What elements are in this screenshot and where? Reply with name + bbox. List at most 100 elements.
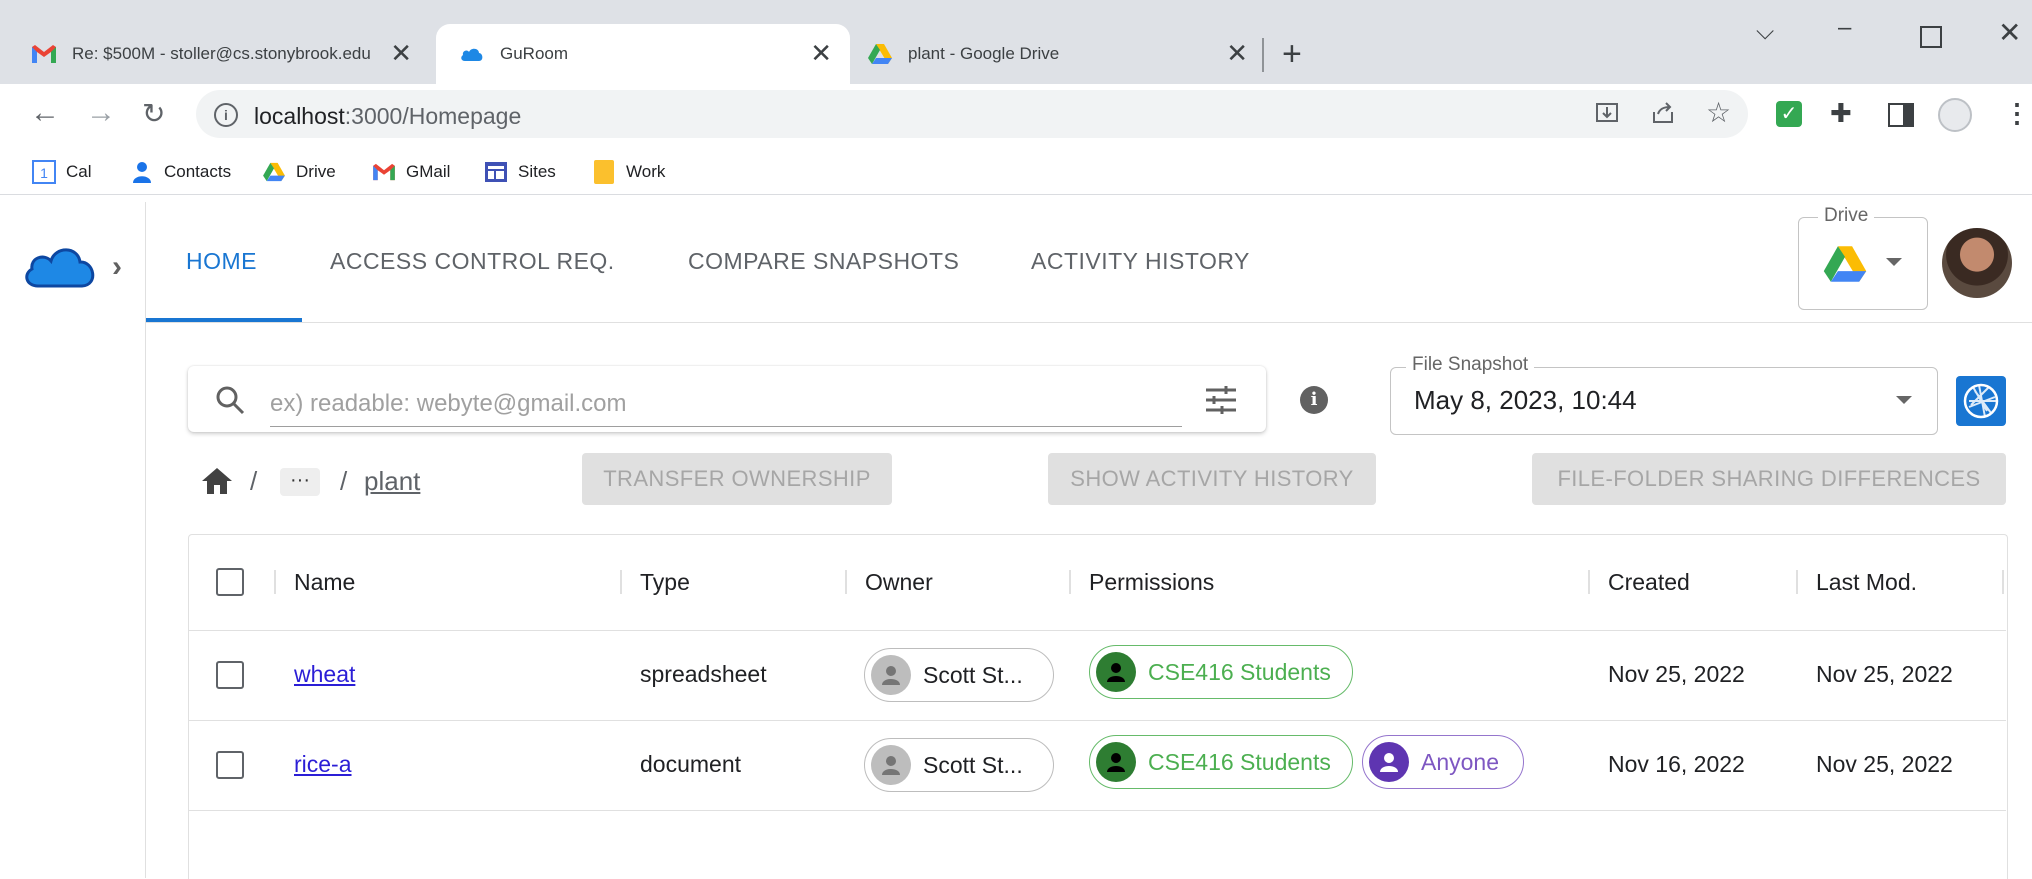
browser-tab-title: Re: $500M - stoller@cs.stonybrook.edu: [72, 44, 371, 63]
bookmark-label: Drive: [296, 162, 336, 181]
row-checkbox[interactable]: [216, 751, 244, 779]
tab-close-icon[interactable]: ✕: [390, 38, 412, 68]
column-header-last-modified[interactable]: Last Mod.: [1816, 569, 1917, 596]
tab-close-icon[interactable]: ✕: [1226, 38, 1248, 68]
row-checkbox[interactable]: [216, 661, 244, 689]
column-separator: [620, 570, 622, 594]
user-avatar[interactable]: [1942, 228, 2012, 298]
dropdown-arrow-icon[interactable]: [1896, 396, 1912, 404]
tab-compare-snapshots[interactable]: COMPARE SNAPSHOTS: [688, 248, 959, 275]
tab-close-icon[interactable]: ✕: [810, 38, 832, 68]
url-text: localhost:3000/Homepage: [254, 103, 522, 129]
select-all-checkbox[interactable]: [216, 568, 244, 596]
minimize-button[interactable]: –: [1838, 14, 1851, 42]
bookmark-drive[interactable]: Drive: [262, 160, 336, 184]
gmail-icon: [372, 160, 396, 184]
bookmark-label: Work: [626, 162, 666, 181]
person-icon: [871, 745, 911, 785]
owner-chip[interactable]: Scott St...: [864, 648, 1054, 702]
file-snapshot-label: File Snapshot: [1406, 354, 1535, 376]
bookmark-star-icon[interactable]: ☆: [1706, 96, 1731, 129]
column-header-created[interactable]: Created: [1608, 569, 1690, 596]
home-icon[interactable]: [200, 466, 234, 496]
column-header-type[interactable]: Type: [640, 569, 690, 596]
take-snapshot-button[interactable]: [1956, 376, 2006, 426]
google-drive-icon: [1822, 244, 1868, 284]
forward-icon[interactable]: →: [86, 96, 116, 130]
app-logo-cloud-icon[interactable]: [22, 238, 102, 290]
google-drive-icon: [262, 160, 286, 184]
svg-text:1: 1: [40, 165, 48, 181]
column-header-name[interactable]: Name: [294, 569, 355, 596]
permission-chip[interactable]: CSE416 Students: [1089, 735, 1353, 789]
maximize-button[interactable]: [1920, 26, 1942, 48]
file-name-link[interactable]: wheat: [294, 661, 355, 688]
bookmark-label: Sites: [518, 162, 556, 181]
permission-label: CSE416 Students: [1148, 748, 1331, 775]
tab-search-chevron-icon[interactable]: ⌵: [1756, 18, 1774, 46]
bookmark-label: Contacts: [164, 162, 232, 181]
column-separator: [2002, 570, 2004, 594]
bookmark-contacts[interactable]: Contacts: [130, 160, 231, 184]
dropdown-arrow-icon[interactable]: [1886, 258, 1902, 266]
file-name-link[interactable]: rice-a: [294, 751, 352, 778]
bookmark-label: GMail: [406, 162, 451, 181]
task-extension-icon[interactable]: ✓: [1776, 101, 1802, 127]
expand-sidebar-chevron-icon[interactable]: ›: [112, 250, 122, 284]
filter-settings-icon[interactable]: [1204, 384, 1238, 416]
breadcrumb-more-button[interactable]: ···: [280, 468, 320, 496]
bookmark-cal[interactable]: 1 Cal: [32, 160, 92, 184]
calendar-icon: 1: [32, 160, 56, 184]
person-icon: [1096, 652, 1136, 692]
file-snapshot-value: May 8, 2023, 10:44: [1414, 385, 1637, 415]
permission-chip[interactable]: Anyone: [1362, 735, 1524, 789]
person-icon: [1096, 742, 1136, 782]
camera-shutter-icon: [1963, 383, 1999, 419]
show-activity-history-button[interactable]: SHOW ACTIVITY HISTORY: [1048, 453, 1376, 505]
browser-tab-title: plant - Google Drive: [908, 44, 1060, 63]
sidebar-divider: [145, 202, 146, 878]
folder-icon: [592, 160, 616, 184]
browser-tab-drive[interactable]: plant - Google Drive ✕: [866, 24, 1266, 84]
bookmark-gmail[interactable]: GMail: [372, 160, 450, 184]
share-icon[interactable]: [1650, 100, 1676, 126]
side-panel-icon[interactable]: [1888, 103, 1914, 127]
bookmark-sites[interactable]: Sites: [484, 160, 556, 184]
drive-selector-label: Drive: [1818, 205, 1875, 227]
permission-chip[interactable]: CSE416 Students: [1089, 645, 1353, 699]
bookmark-label: Cal: [66, 162, 92, 181]
info-icon[interactable]: i: [1300, 386, 1328, 414]
tab-access-control-requirements[interactable]: ACCESS CONTROL REQ.: [330, 248, 615, 275]
back-icon[interactable]: ←: [30, 96, 60, 130]
column-separator: [845, 570, 847, 594]
contacts-icon: [130, 160, 154, 184]
bookmark-work[interactable]: Work: [592, 160, 665, 184]
profile-avatar[interactable]: [1938, 98, 1972, 132]
browser-menu-icon[interactable]: ⋮: [2004, 98, 2030, 129]
owner-name: Scott St...: [923, 661, 1023, 688]
search-input[interactable]: [270, 382, 1182, 427]
close-window-button[interactable]: ✕: [1998, 16, 2021, 49]
column-header-owner[interactable]: Owner: [865, 569, 933, 596]
column-header-permissions[interactable]: Permissions: [1089, 569, 1214, 596]
new-tab-button[interactable]: +: [1282, 36, 1302, 72]
owner-chip[interactable]: Scott St...: [864, 738, 1054, 792]
browser-tab-gmail[interactable]: Re: $500M - stoller@cs.stonybrook.edu ✕: [30, 24, 430, 84]
breadcrumb-separator: /: [250, 466, 258, 496]
browser-tab-title: GuRoom: [500, 44, 569, 63]
reload-icon[interactable]: ↻: [142, 97, 165, 130]
install-app-icon[interactable]: [1594, 100, 1620, 126]
cloud-icon: [458, 40, 486, 68]
transfer-ownership-button[interactable]: TRANSFER OWNERSHIP: [582, 453, 892, 505]
browser-tab-guroom[interactable]: GuRoom ✕: [436, 24, 850, 84]
tab-home[interactable]: HOME: [186, 248, 257, 275]
file-folder-sharing-differences-button[interactable]: FILE-FOLDER SHARING DIFFERENCES: [1532, 453, 2006, 505]
column-separator: [1588, 570, 1590, 594]
sites-icon: [484, 160, 508, 184]
extensions-puzzle-icon[interactable]: ✚: [1830, 98, 1852, 129]
site-info-icon[interactable]: i: [214, 103, 238, 127]
owner-name: Scott St...: [923, 751, 1023, 778]
person-icon: [1369, 742, 1409, 782]
breadcrumb-current-folder[interactable]: plant: [364, 466, 420, 497]
tab-activity-history[interactable]: ACTIVITY HISTORY: [1031, 248, 1250, 275]
